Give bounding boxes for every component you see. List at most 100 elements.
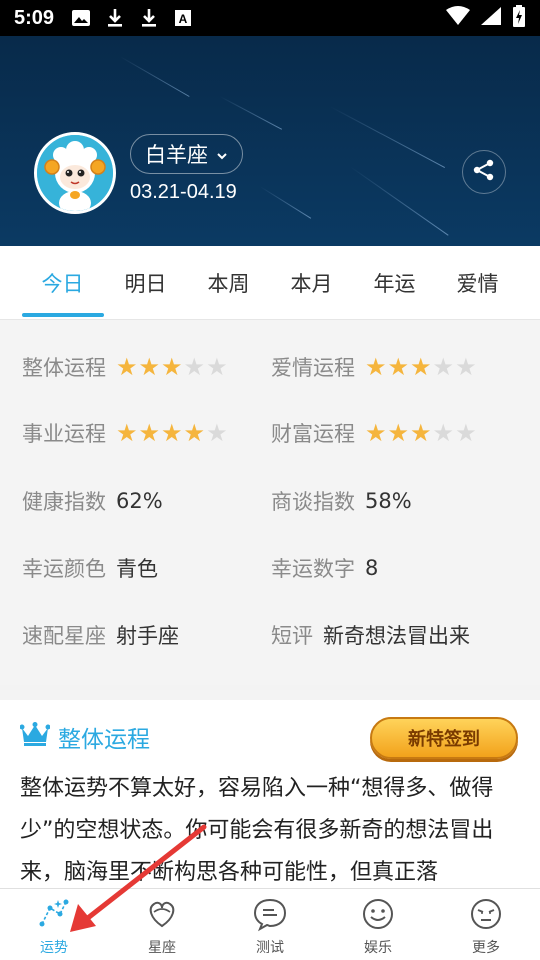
constellation-icon bbox=[142, 895, 182, 933]
entertainment-icon bbox=[358, 895, 398, 933]
star-icon: ★ bbox=[365, 419, 387, 447]
star-icon: ★ bbox=[161, 353, 183, 381]
love-fortune-label: 爱情运程 bbox=[271, 356, 355, 380]
sign-selector[interactable]: 白羊座 bbox=[130, 134, 243, 174]
wifi-icon bbox=[446, 6, 470, 30]
share-icon bbox=[471, 157, 497, 187]
love-fortune-stars: ★ ★ ★ ★ ★ bbox=[365, 355, 477, 379]
love-fortune: 爱情运程 ★ ★ ★ ★ ★ bbox=[271, 347, 477, 387]
star-icon: ★ bbox=[161, 419, 183, 447]
lucky-number-value: 8 bbox=[365, 556, 379, 580]
tab-love[interactable]: 爱情 bbox=[436, 246, 519, 320]
wealth-fortune: 财富运程 ★ ★ ★ ★ ★ bbox=[271, 413, 477, 453]
nav-constellation[interactable]: 星座 bbox=[108, 889, 216, 960]
short-comment-value: 新奇想法冒出来 bbox=[323, 624, 470, 648]
star-icon: ★ bbox=[455, 419, 477, 447]
nav-test[interactable]: 测试 bbox=[216, 889, 324, 960]
checkin-button[interactable]: 新特签到 bbox=[370, 717, 518, 759]
overall-fortune-detail: 整体运程 新特签到 整体运势不算太好，容易陷入一种“想得多、做得少”的空想状态。… bbox=[0, 700, 540, 888]
star-icon: ★ bbox=[432, 419, 455, 447]
nav-constellation-label: 星座 bbox=[148, 940, 176, 956]
image-icon bbox=[70, 7, 92, 29]
star-icon: ★ bbox=[432, 353, 455, 381]
aries-sheep-avatar[interactable] bbox=[34, 132, 116, 214]
star-icon: ★ bbox=[183, 353, 206, 381]
nav-more-label: 更多 bbox=[472, 940, 500, 956]
sign-header: 白羊座 03.21-04.19 bbox=[0, 36, 540, 246]
negotiation-index: 商谈指数 58% bbox=[271, 481, 412, 521]
star-icon: ★ bbox=[455, 353, 477, 381]
tab-today[interactable]: 今日 bbox=[21, 246, 104, 320]
nav-entertainment-label: 娱乐 bbox=[364, 940, 392, 956]
signal-icon bbox=[480, 6, 502, 30]
career-fortune-stars: ★ ★ ★ ★ ★ bbox=[116, 421, 228, 445]
test-icon bbox=[250, 895, 290, 933]
star-icon: ★ bbox=[138, 353, 161, 381]
svg-text:A: A bbox=[179, 12, 188, 26]
health-index: 健康指数 62% bbox=[22, 481, 163, 521]
lucky-number: 幸运数字 8 bbox=[271, 548, 378, 588]
sign-date-range: 03.21-04.19 bbox=[130, 181, 237, 203]
star-icon: ★ bbox=[183, 419, 206, 447]
battery-icon bbox=[512, 5, 526, 31]
match-sign-label: 速配星座 bbox=[22, 624, 106, 648]
status-bar: 5:09 A bbox=[0, 0, 540, 36]
short-comment-label: 短评 bbox=[271, 624, 313, 648]
tab-year[interactable]: 年运 bbox=[353, 246, 436, 320]
fortune-icon bbox=[34, 895, 74, 933]
tab-tomorrow[interactable]: 明日 bbox=[104, 246, 187, 320]
star-icon: ★ bbox=[116, 419, 138, 447]
meteor-streak bbox=[349, 166, 449, 236]
active-tab-indicator bbox=[22, 313, 104, 317]
nav-test-label: 测试 bbox=[256, 940, 284, 956]
nav-fortune-label: 运势 bbox=[40, 940, 68, 956]
lucky-number-label: 幸运数字 bbox=[271, 557, 355, 581]
chevron-down-icon bbox=[216, 142, 228, 166]
overall-fortune: 整体运程 ★ ★ ★ ★ ★ bbox=[22, 347, 228, 387]
star-icon: ★ bbox=[410, 419, 432, 447]
nav-more[interactable]: 更多 bbox=[432, 889, 540, 960]
star-icon: ★ bbox=[138, 419, 161, 447]
meteor-streak bbox=[219, 96, 283, 130]
star-icon: ★ bbox=[387, 353, 410, 381]
career-fortune: 事业运程 ★ ★ ★ ★ ★ bbox=[22, 413, 228, 453]
negotiation-index-label: 商谈指数 bbox=[271, 490, 355, 514]
star-icon: ★ bbox=[410, 353, 432, 381]
crown-icon bbox=[19, 722, 51, 752]
meteor-streak bbox=[119, 56, 190, 97]
nav-entertainment[interactable]: 娱乐 bbox=[324, 889, 432, 960]
share-button[interactable] bbox=[462, 150, 506, 194]
detail-header: 整体运程 bbox=[19, 720, 150, 754]
lucky-color-value: 青色 bbox=[116, 557, 158, 581]
sign-name: 白羊座 bbox=[145, 143, 208, 167]
star-icon: ★ bbox=[206, 353, 228, 381]
bottom-nav: 运势 星座 测试 娱乐 更多 bbox=[0, 888, 540, 960]
period-tabs: 今日 明日 本周 本月 年运 爱情 bbox=[0, 246, 540, 320]
star-icon: ★ bbox=[206, 419, 228, 447]
lucky-color-label: 幸运颜色 bbox=[22, 557, 106, 581]
star-icon: ★ bbox=[387, 419, 410, 447]
negotiation-index-value: 58% bbox=[365, 489, 412, 513]
download-icon bbox=[138, 7, 160, 29]
detail-text: 整体运势不算太好，容易陷入一种“想得多、做得少”的空想状态。你可能会有很多新奇的… bbox=[20, 776, 494, 885]
health-index-label: 健康指数 bbox=[22, 490, 106, 514]
fortune-summary: 整体运程 ★ ★ ★ ★ ★ 爱情运程 ★ ★ ★ ★ ★ 事业运程 ★ ★ ★ ★ ★ 财富运程 ★ ★… bbox=[0, 320, 540, 685]
status-time: 5:09 bbox=[14, 6, 55, 29]
wealth-fortune-stars: ★ ★ ★ ★ ★ bbox=[365, 421, 477, 445]
star-icon: ★ bbox=[116, 353, 138, 381]
career-fortune-label: 事业运程 bbox=[22, 422, 106, 446]
overall-fortune-stars: ★ ★ ★ ★ ★ bbox=[116, 355, 228, 379]
detail-title: 整体运程 bbox=[58, 727, 150, 753]
health-index-value: 62% bbox=[116, 489, 163, 513]
meteor-streak bbox=[259, 186, 312, 219]
match-sign: 速配星座 射手座 bbox=[22, 615, 179, 655]
nav-fortune[interactable]: 运势 bbox=[0, 889, 108, 960]
font-icon: A bbox=[172, 7, 194, 29]
wealth-fortune-label: 财富运程 bbox=[271, 422, 355, 446]
tab-week[interactable]: 本周 bbox=[187, 246, 270, 320]
download-icon bbox=[104, 7, 126, 29]
overall-fortune-label: 整体运程 bbox=[22, 356, 106, 380]
match-sign-value: 射手座 bbox=[116, 624, 179, 648]
tab-month[interactable]: 本月 bbox=[270, 246, 353, 320]
lucky-color: 幸运颜色 青色 bbox=[22, 548, 158, 588]
